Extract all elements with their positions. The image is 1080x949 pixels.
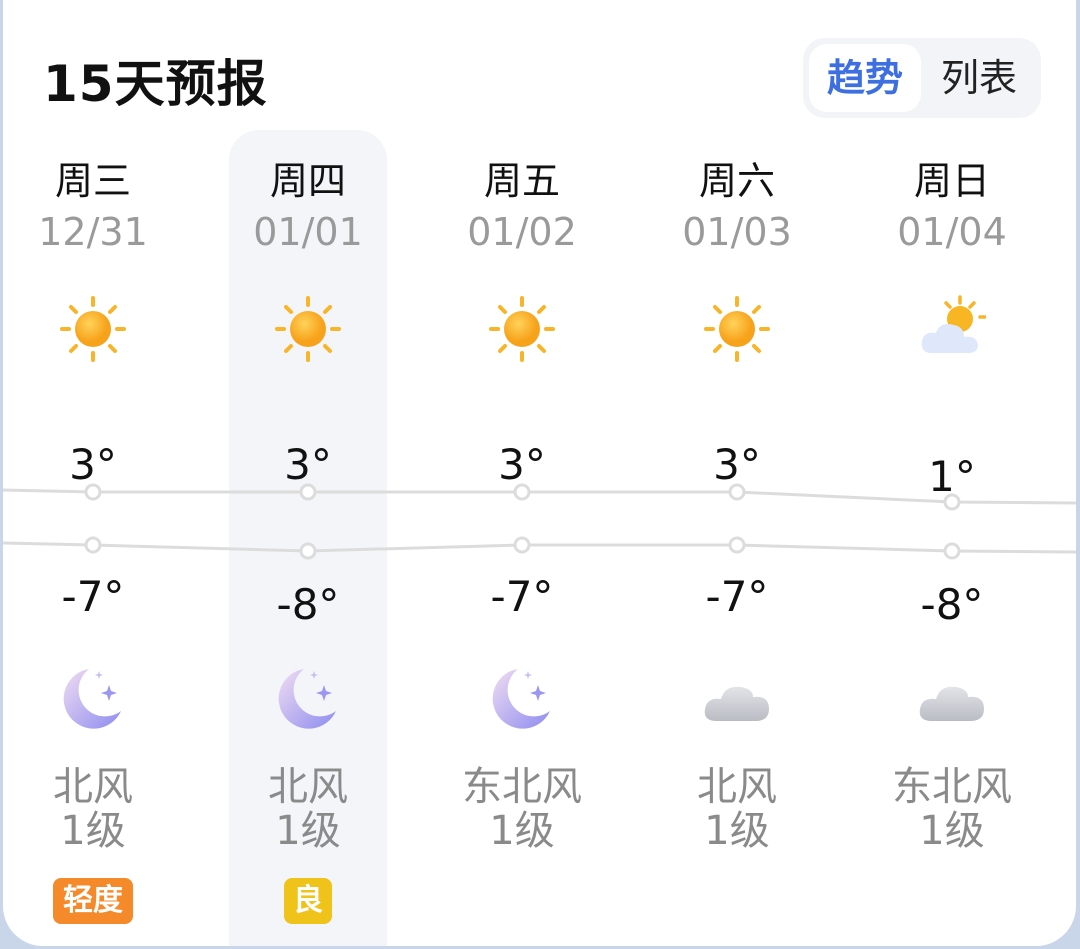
date-label: 12/31 <box>38 210 148 254</box>
day-of-week: 周四 <box>269 159 346 203</box>
moon-icon <box>274 665 342 733</box>
wind-level: 1级 <box>489 808 555 854</box>
aqi-badge[interactable]: 良 <box>284 878 332 924</box>
partly-cloudy-icon <box>918 295 987 363</box>
wind-info: 北风 1级 <box>637 765 837 853</box>
high-temp: 3° <box>284 440 332 489</box>
day-column[interactable]: 周日 01/04 1° -8° 东北风 1级 <box>852 0 1052 946</box>
day-of-week: 周六 <box>698 159 775 203</box>
day-of-week: 周五 <box>483 159 560 203</box>
wind-level: 1级 <box>60 808 126 854</box>
aqi-badge[interactable]: 轻度 <box>53 878 133 924</box>
wind-level: 1级 <box>919 808 985 854</box>
day-column[interactable]: 周四 01/01 3° -8° 北风 1级 良 <box>208 0 408 946</box>
day-column[interactable]: 周五 01/02 3° -7° 东北风 1级 <box>422 0 622 946</box>
wind-direction: 北风 <box>268 764 348 810</box>
date-label: 01/02 <box>467 210 577 254</box>
wind-level: 1级 <box>275 808 341 854</box>
low-temp: -7° <box>705 572 769 621</box>
high-temp: 3° <box>69 440 117 489</box>
day-column[interactable]: 周六 01/03 3° -7° 北风 1级 <box>637 0 837 946</box>
low-temp: -7° <box>61 572 125 621</box>
day-of-week: 周三 <box>54 159 131 203</box>
wind-direction: 北风 <box>697 764 777 810</box>
date-label: 01/04 <box>897 210 1007 254</box>
date-label: 01/01 <box>253 210 363 254</box>
low-temp: -8° <box>276 580 340 629</box>
sun-icon <box>703 295 771 363</box>
sun-icon <box>274 295 342 363</box>
high-temp: 3° <box>498 440 546 489</box>
wind-info: 北风 1级 <box>208 765 408 853</box>
wind-info: 东北风 1级 <box>422 765 622 853</box>
date-label: 01/03 <box>682 210 792 254</box>
moon-icon <box>488 665 556 733</box>
forecast-card: 15天预报 趋势 列表 周三 12/31 3° -7° 北风 1级 轻度 周四 … <box>3 0 1076 946</box>
sun-icon <box>488 295 556 363</box>
wind-direction: 北风 <box>53 764 133 810</box>
wind-info: 东北风 1级 <box>852 765 1052 853</box>
high-temp: 3° <box>713 440 761 489</box>
wind-direction: 东北风 <box>462 764 582 810</box>
low-temp: -8° <box>920 580 984 629</box>
sun-icon <box>59 295 127 363</box>
moon-icon <box>59 665 127 733</box>
wind-level: 1级 <box>704 808 770 854</box>
day-of-week: 周日 <box>913 159 990 203</box>
low-temp: -7° <box>490 572 554 621</box>
cloud-icon <box>703 665 771 733</box>
wind-direction: 东北风 <box>892 764 1012 810</box>
wind-info: 北风 1级 <box>3 765 193 853</box>
day-column[interactable]: 周三 12/31 3° -7° 北风 1级 轻度 <box>3 0 193 946</box>
cloud-icon <box>918 665 986 733</box>
high-temp: 1° <box>928 452 976 501</box>
